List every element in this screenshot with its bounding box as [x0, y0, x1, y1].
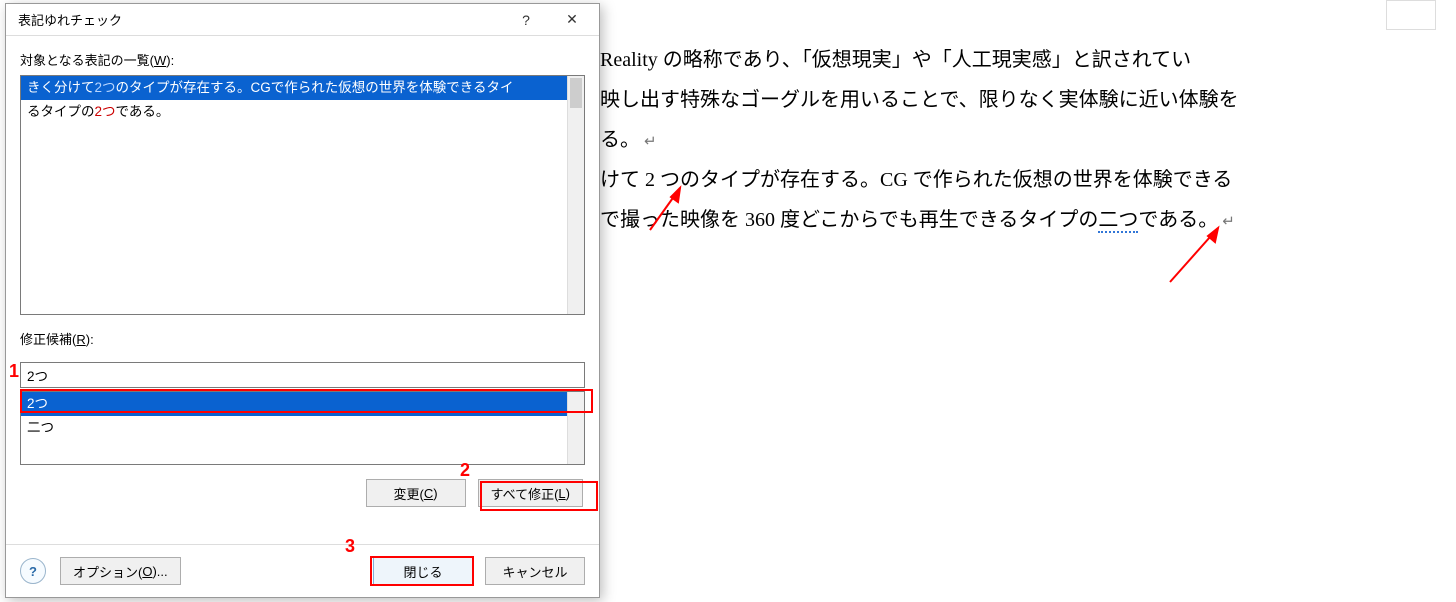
help-button[interactable]: ?	[503, 5, 549, 35]
doc-line: る。↵	[600, 120, 1446, 160]
list-item[interactable]: きく分けて2つのタイプが存在する。CGで作られた仮想の世界を体験できるタイ	[21, 76, 584, 100]
doc-line: 映し出す特殊なゴーグルを用いることで、限りなく実体験に近い体験を	[600, 80, 1446, 120]
doc-line: で撮った映像を 360 度どこからでも再生できるタイプの二つである。↵	[600, 200, 1446, 240]
document-body: Reality の略称であり、「仮想現実」や「人工現実感」と訳されてい 映し出す…	[600, 40, 1446, 240]
scrollbar[interactable]	[567, 76, 584, 314]
options-button[interactable]: オプション(O)...	[60, 557, 181, 585]
scrollbar-thumb[interactable]	[570, 78, 582, 108]
return-mark: ↵	[644, 134, 657, 150]
target-list-label: 対象となる表記の一覧(W):	[20, 50, 585, 69]
annotation-number: 2	[460, 460, 470, 481]
annotation-arrow	[1160, 222, 1240, 292]
spelling-variation-check-dialog: 表記ゆれチェック ? ✕ 対象となる表記の一覧(W): きく分けて2つのタイプが…	[5, 3, 600, 598]
wavy-underline: 二つ	[1098, 209, 1138, 233]
doc-line: けて 2 つのタイプが存在する。CG で作られた仮想の世界を体験できる	[600, 160, 1446, 200]
annotation-number: 1	[9, 361, 19, 382]
annotation-number: 3	[345, 536, 355, 557]
annotation-arrow	[640, 180, 700, 240]
candidate-list[interactable]: 2つ 二つ	[20, 391, 585, 465]
cancel-button[interactable]: キャンセル	[485, 557, 585, 585]
candidate-option[interactable]: 2つ	[21, 392, 584, 416]
help-icon[interactable]: ?	[20, 558, 46, 584]
page-margin-box	[1386, 0, 1436, 30]
dialog-title: 表記ゆれチェック	[18, 10, 503, 29]
dialog-titlebar: 表記ゆれチェック ? ✕	[6, 4, 599, 36]
doc-line: Reality の略称であり、「仮想現実」や「人工現実感」と訳されてい	[600, 40, 1446, 80]
scrollbar[interactable]	[567, 392, 584, 464]
close-icon[interactable]: ✕	[549, 5, 595, 35]
target-list[interactable]: きく分けて2つのタイプが存在する。CGで作られた仮想の世界を体験できるタイ るタ…	[20, 75, 585, 315]
change-button[interactable]: 変更(C)	[366, 479, 466, 507]
fix-all-button[interactable]: すべて修正(L)	[478, 479, 583, 507]
dialog-footer: ? オプション(O)... 閉じる キャンセル	[6, 544, 599, 597]
close-button[interactable]: 閉じる	[373, 557, 473, 585]
candidate-label: 修正候補(R):	[20, 329, 585, 348]
candidate-input[interactable]	[20, 362, 585, 388]
candidate-option[interactable]: 二つ	[21, 416, 584, 440]
list-item: るタイプの2つである。	[21, 100, 584, 124]
